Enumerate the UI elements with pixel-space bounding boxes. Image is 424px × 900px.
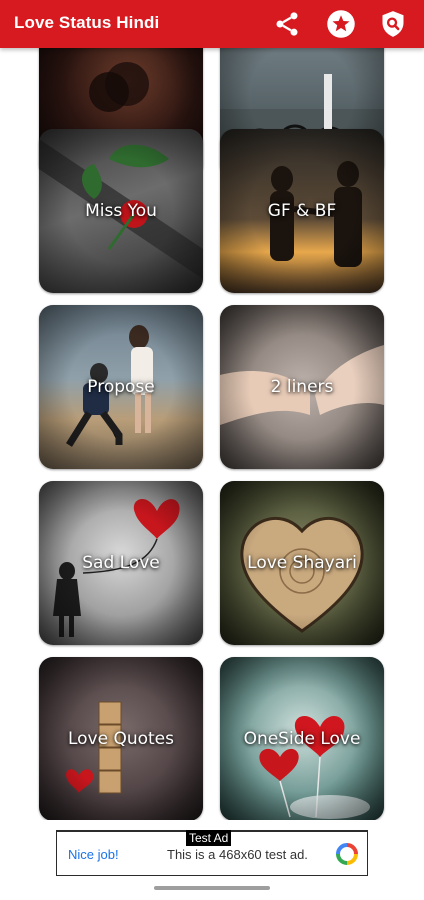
rate-button[interactable]	[326, 9, 356, 39]
app-bar: Love Status Hindi	[0, 0, 424, 48]
ad-text: This is a 468x60 test ad.	[167, 847, 308, 862]
ad-left-text: Nice job!	[68, 847, 119, 862]
category-grid: Miss You GF & BF Propose 2 liners Sad Lo…	[0, 48, 424, 820]
category-label: Love Quotes	[67, 729, 175, 749]
share-icon	[276, 12, 298, 36]
search-icon	[382, 11, 404, 37]
category-card[interactable]: 2 liners	[220, 305, 384, 469]
search-button[interactable]	[378, 9, 408, 39]
category-label: Sad Love	[82, 553, 160, 573]
star-icon	[327, 10, 355, 38]
category-card[interactable]: Love Shayari	[220, 481, 384, 645]
share-button[interactable]	[272, 9, 302, 39]
category-card[interactable]: Sad Love	[39, 481, 203, 645]
category-card[interactable]: GF & BF	[220, 129, 384, 293]
category-label: Love Shayari	[247, 553, 357, 573]
category-card[interactable]: Propose	[39, 305, 203, 469]
category-card[interactable]: Love Quotes	[39, 657, 203, 820]
category-label: 2 liners	[270, 377, 334, 397]
test-ad-label: Test Ad	[186, 830, 232, 846]
category-label: OneSide Love	[243, 729, 361, 749]
app-title: Love Status Hindi	[14, 13, 160, 32]
category-label: GF & BF	[267, 201, 337, 221]
category-label: Propose	[87, 377, 155, 397]
home-indicator[interactable]	[154, 886, 270, 890]
category-card[interactable]: Miss You	[39, 129, 203, 293]
category-card[interactable]: OneSide Love	[220, 657, 384, 820]
category-label: Miss You	[85, 201, 157, 221]
ad-choices-icon[interactable]	[335, 842, 359, 866]
